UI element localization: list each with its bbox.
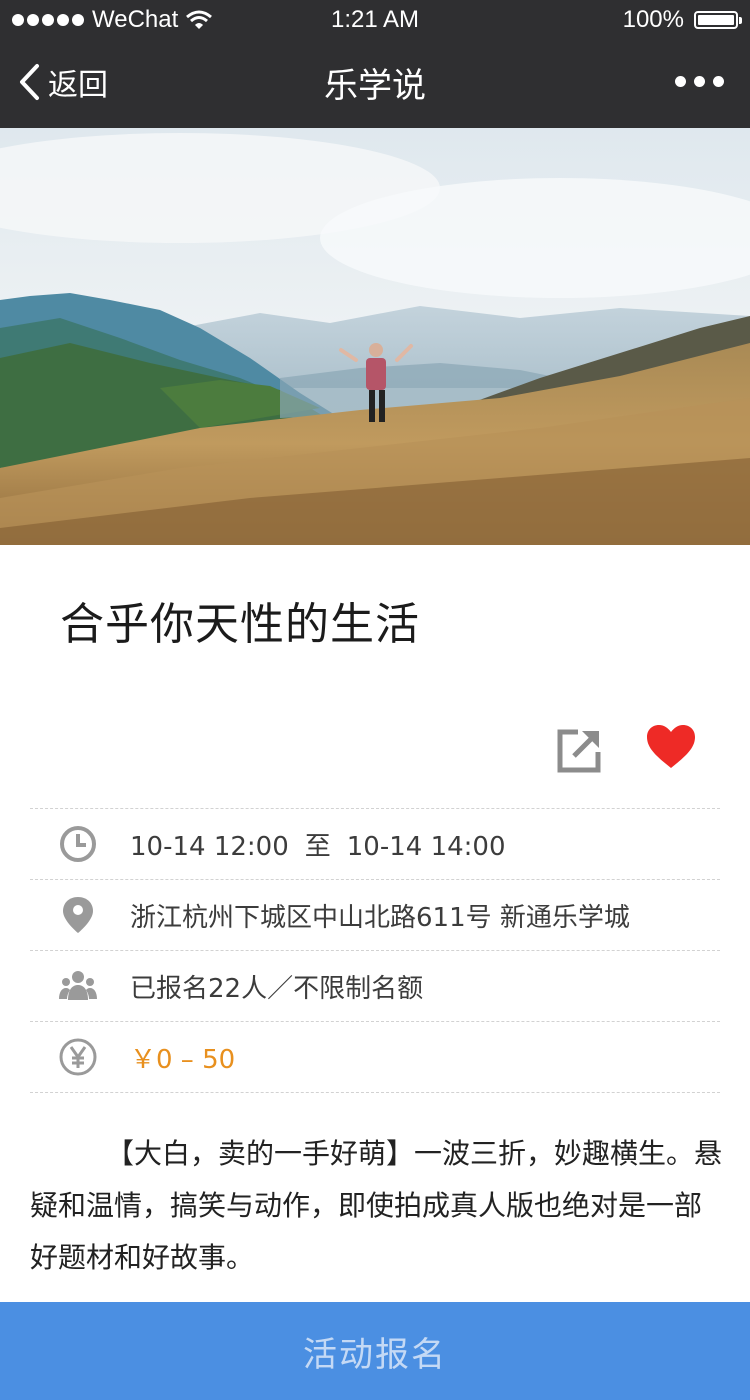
- event-price: ￥0 – 50: [130, 1044, 236, 1075]
- price-row: ￥0 – 50: [30, 1021, 720, 1093]
- page-title: 乐学说: [324, 66, 426, 106]
- yen-icon: [59, 1038, 97, 1076]
- heart-icon[interactable]: [646, 724, 696, 770]
- status-bar: WeChat 1:21 AM 100%: [0, 0, 750, 40]
- time-separator: 至: [304, 831, 331, 862]
- location-row[interactable]: 浙江杭州下城区中山北路611号 新通乐学城: [30, 879, 720, 950]
- event-title: 合乎你天性的生活: [60, 599, 420, 650]
- battery-group: 100%: [622, 6, 742, 34]
- battery-percent: 100%: [622, 6, 684, 33]
- time-start: 10-14 12:00: [130, 831, 289, 862]
- hero-image: [0, 128, 750, 545]
- event-description: 【大白，卖的一手好萌】一波三折，妙趣横生。悬疑和温情，搞笑与动作，即使拍成真人版…: [30, 1137, 723, 1274]
- event-info-list: 10-14 12:00 至 10-14 14:00 浙江杭州下城区中山北路611号 …: [30, 808, 720, 1093]
- battery-level-fill: [698, 15, 734, 25]
- event-time: 10-14 12:00 至 10-14 14:00: [130, 826, 506, 863]
- more-button[interactable]: [675, 76, 724, 87]
- people-icon: [59, 971, 97, 1000]
- share-icon[interactable]: [556, 726, 604, 774]
- nav-bar: 返回 乐学说: [0, 40, 750, 128]
- signup-button[interactable]: 活动报名: [0, 1302, 750, 1400]
- time-row: 10-14 12:00 至 10-14 14:00: [30, 808, 720, 879]
- enrollment-status: 已报名22人／不限制名额: [130, 973, 424, 1004]
- clock-icon: [60, 826, 96, 862]
- location-pin-icon: [63, 897, 93, 933]
- enrollment-row: 已报名22人／不限制名额: [30, 950, 720, 1021]
- battery-icon: [694, 11, 742, 29]
- time-end: 10-14 14:00: [346, 831, 506, 862]
- event-location: 浙江杭州下城区中山北路611号 新通乐学城: [130, 902, 630, 933]
